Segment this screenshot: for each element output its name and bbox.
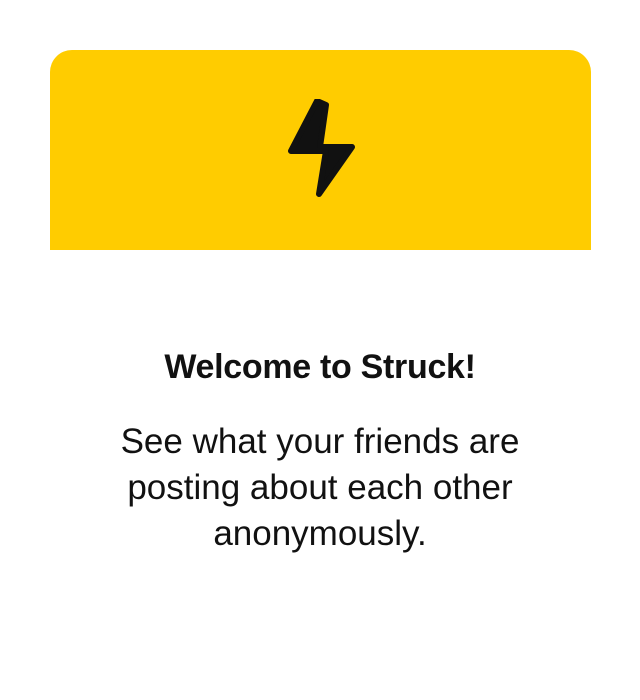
welcome-description: See what your friends are posting about …	[120, 422, 520, 553]
lightning-bolt-icon	[287, 99, 355, 197]
hero-banner	[50, 50, 591, 250]
welcome-title: Welcome to Struck!	[164, 348, 476, 386]
